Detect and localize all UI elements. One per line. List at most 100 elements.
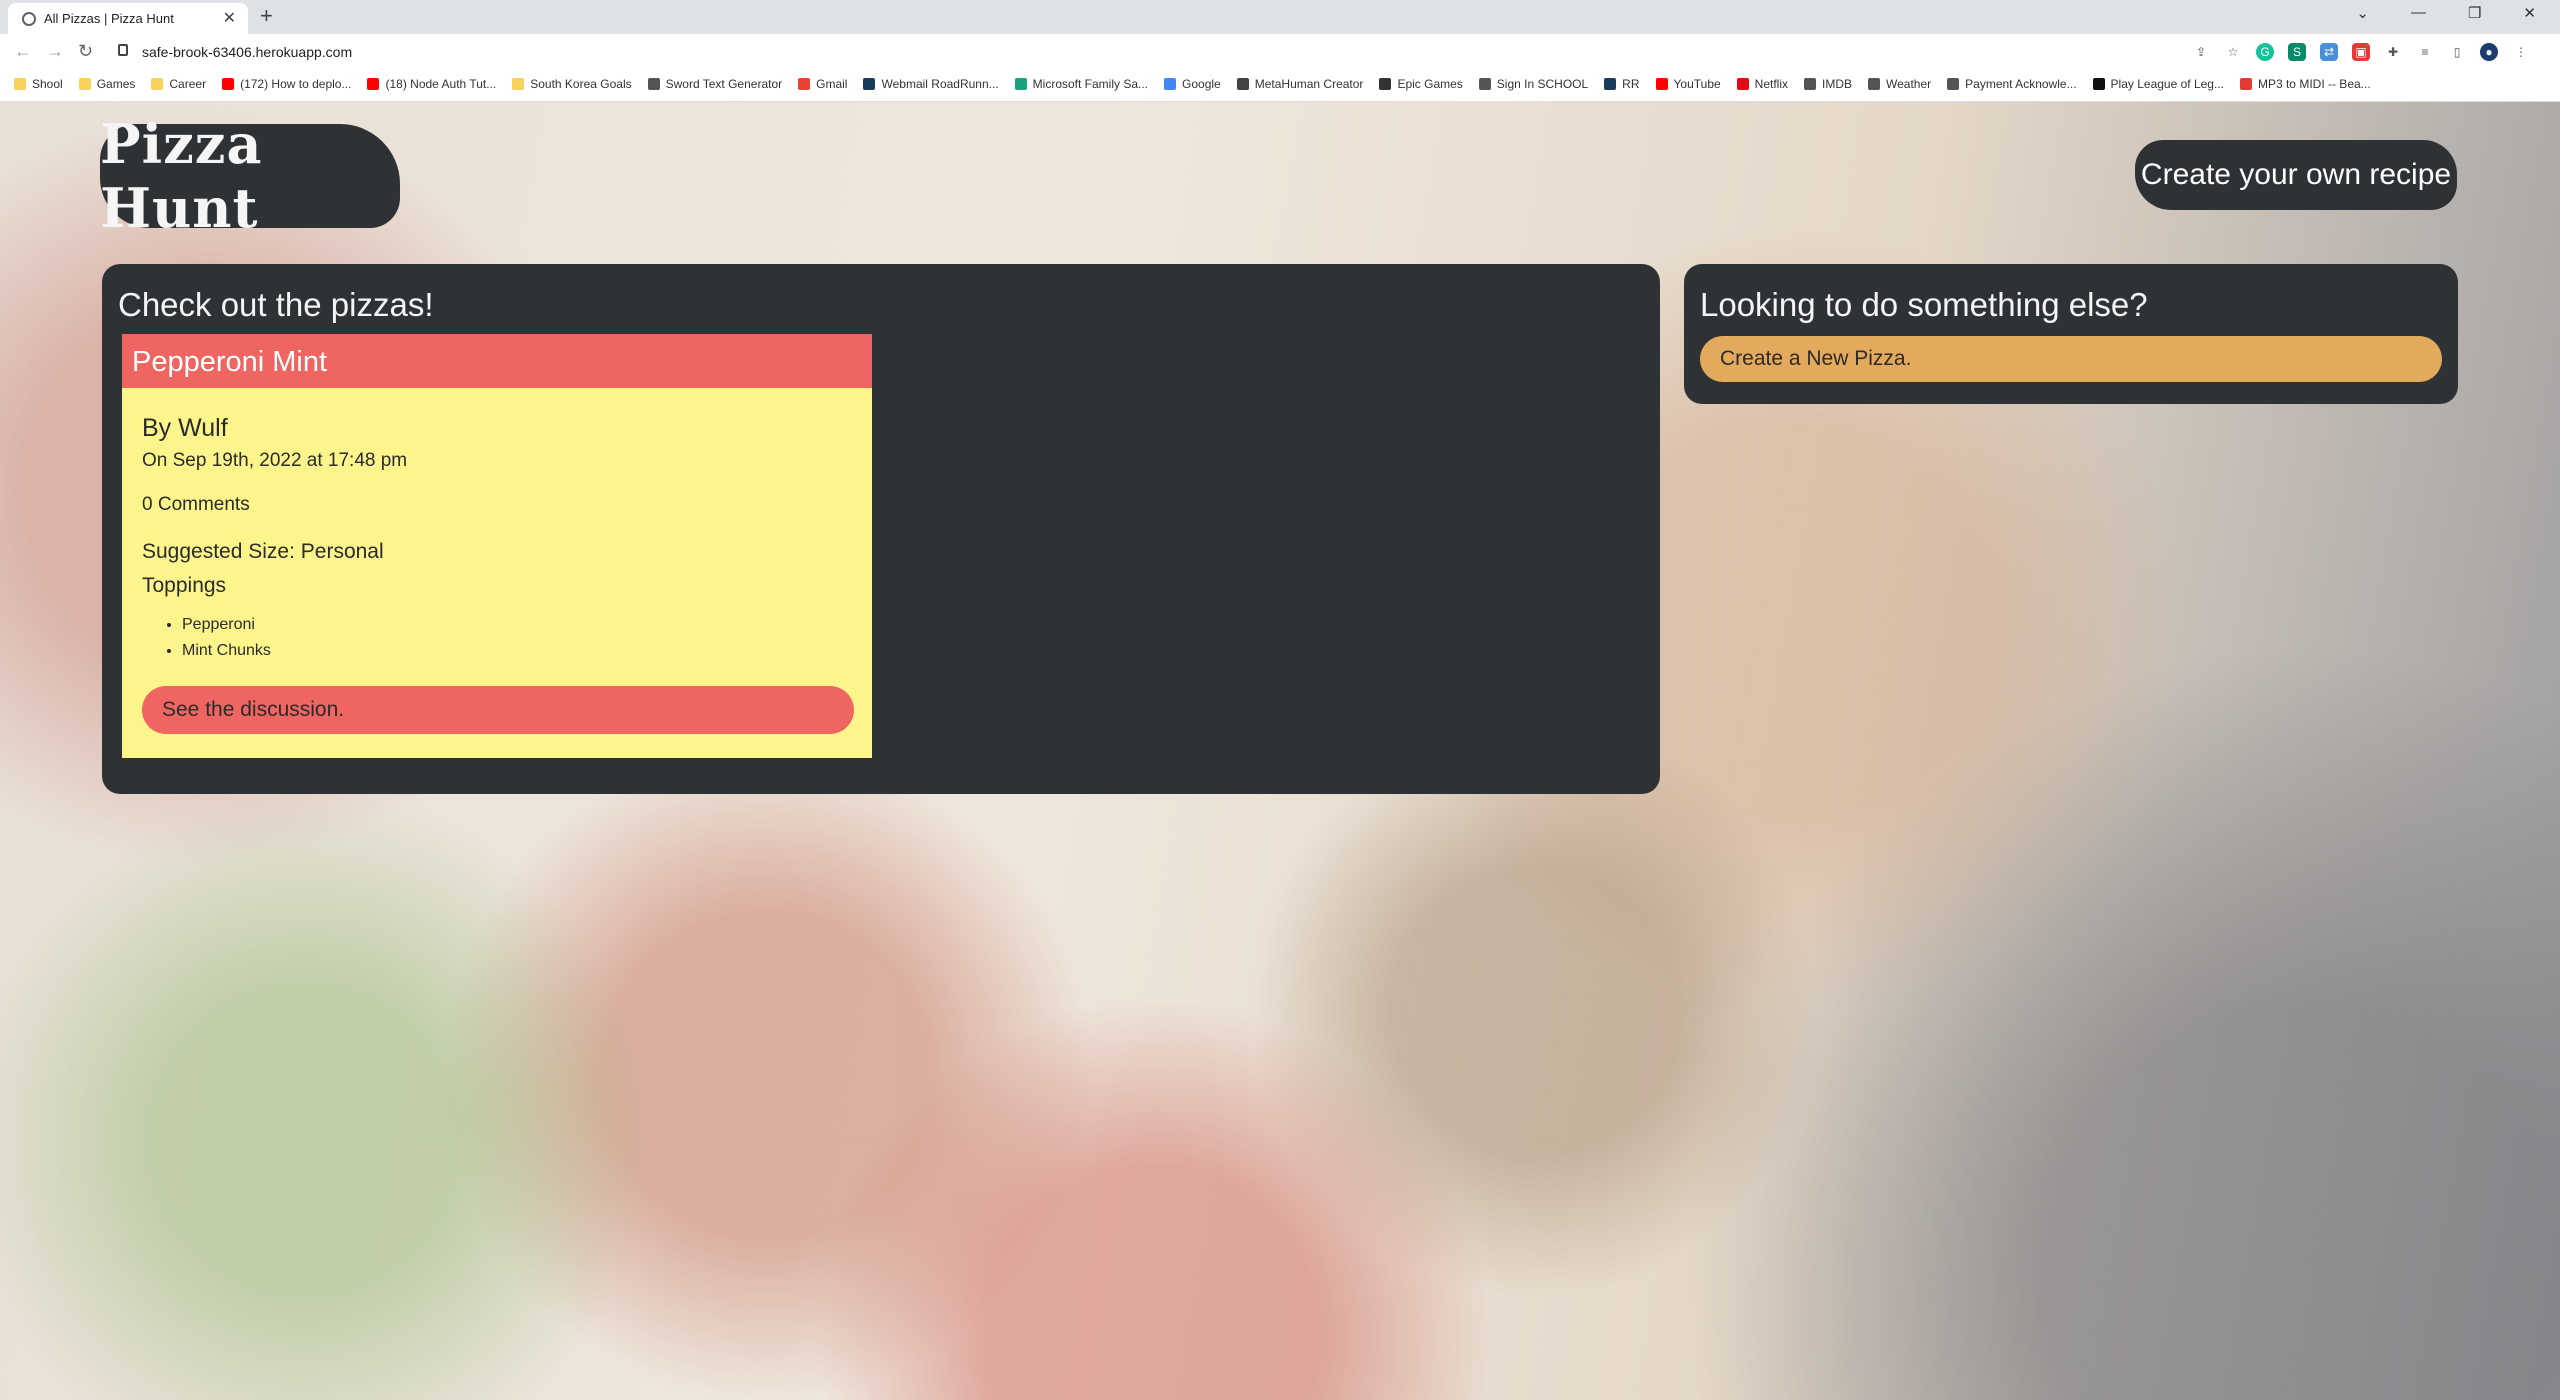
bookmark-item[interactable]: Google — [1164, 77, 1221, 91]
bookmark-item[interactable]: Games — [78, 77, 135, 91]
bookmark-item[interactable]: (172) How to deplo... — [222, 77, 351, 91]
bookmark-icon — [222, 78, 235, 90]
browser-tab[interactable]: All Pizzas | Pizza Hunt ✕ — [8, 3, 248, 34]
bookmark-label: RR — [1622, 77, 1640, 91]
bookmark-icon — [1236, 78, 1249, 90]
bookmark-label: South Korea Goals — [530, 77, 632, 91]
create-new-pizza-button[interactable]: Create a New Pizza. — [1700, 336, 2442, 382]
pizza-list-panel: Check out the pizzas! Pepperoni Mint By … — [102, 264, 1660, 794]
forward-icon[interactable]: → — [46, 41, 64, 62]
bookmark-icon — [2092, 78, 2105, 90]
see-discussion-button[interactable]: See the discussion. — [142, 686, 854, 734]
create-recipe-button[interactable]: Create your own recipe — [2135, 140, 2457, 210]
tab-search-icon[interactable]: ⌄ — [2356, 4, 2369, 22]
bookmark-icon — [2239, 78, 2252, 90]
bookmark-label: Shool — [32, 77, 63, 91]
reading-list-icon[interactable]: ≡ — [2416, 43, 2434, 61]
browser-toolbar: ← → ↻ safe-brook-63406.herokuapp.com ⇪ ☆… — [0, 34, 2560, 70]
side-panel-icon[interactable]: ▯ — [2448, 43, 2466, 61]
bookmark-item[interactable]: Webmail RoadRunn... — [863, 77, 999, 91]
bookmark-label: Play League of Leg... — [2110, 77, 2224, 91]
minimize-icon[interactable]: — — [2411, 4, 2426, 22]
bookmark-icon — [1736, 78, 1749, 90]
browser-tab-bar: All Pizzas | Pizza Hunt ✕ + ⌄ — ❐ ✕ — [0, 0, 2560, 34]
address-bar[interactable]: safe-brook-63406.herokuapp.com — [110, 38, 2190, 66]
site-logo[interactable]: Pizza Hunt — [100, 112, 400, 240]
bookmarks-bar: Shool Games Career (172) How to deplo... (18… — [0, 70, 2560, 102]
back-icon[interactable]: ← — [14, 41, 32, 62]
topping-item: Mint Chunks — [182, 642, 271, 660]
bookmark-item[interactable]: Microsoft Family Sa... — [1014, 77, 1148, 91]
bookmark-icon — [647, 78, 660, 90]
bookmark-label: MetaHuman Creator — [1254, 77, 1364, 91]
sidebar-panel: Looking to do something else? Create a N… — [1684, 264, 2458, 404]
extension-translate-icon[interactable]: ⇄ — [2320, 43, 2338, 61]
bookmark-item[interactable]: Payment Acknowle... — [1947, 77, 2077, 91]
bookmark-label: Sign In SCHOOL — [1496, 77, 1589, 91]
sidebar-title: Looking to do something else? — [1700, 286, 2148, 323]
bookmark-item[interactable]: Shool — [14, 77, 63, 91]
close-tab-icon[interactable]: ✕ — [223, 8, 236, 28]
bookmark-icon — [1868, 78, 1881, 90]
bookmark-icon — [798, 78, 811, 90]
bookmark-icon — [1655, 78, 1668, 90]
new-tab-icon[interactable]: + — [260, 3, 273, 29]
pizza-card: Pepperoni Mint By Wulf On Sep 19th, 2022… — [122, 334, 872, 758]
bookmark-item[interactable]: YouTube — [1655, 77, 1721, 91]
panel-title: Check out the pizzas! — [118, 286, 434, 323]
bookmark-item[interactable]: Epic Games — [1379, 77, 1463, 91]
bookmark-item[interactable]: MP3 to MIDI -- Bea... — [2239, 77, 2371, 91]
bookmark-label: Netflix — [1754, 77, 1789, 91]
bookmarks-list: Shool Games Career (172) How to deplo... (18… — [14, 77, 2371, 91]
bookmark-icon — [1478, 78, 1491, 90]
bookmark-label: (172) How to deplo... — [240, 77, 352, 91]
extension-s-icon[interactable]: S — [2288, 43, 2306, 61]
profile-avatar-icon[interactable]: ● — [2480, 43, 2498, 61]
bookmark-label: MP3 to MIDI -- Bea... — [2257, 77, 2371, 91]
bookmark-icon — [1164, 78, 1177, 90]
pizza-author: By Wulf — [142, 414, 228, 442]
bookmark-item[interactable]: Gmail — [798, 77, 847, 91]
bookmark-icon — [512, 78, 525, 90]
bookmark-star-icon[interactable]: ☆ — [2224, 43, 2242, 61]
bookmark-item[interactable]: South Korea Goals — [512, 77, 632, 91]
bookmark-label: Payment Acknowle... — [1965, 77, 2077, 91]
bookmark-label: Career — [169, 77, 207, 91]
bookmark-label: (18) Node Auth Tut... — [385, 77, 497, 91]
bookmark-item[interactable]: (18) Node Auth Tut... — [367, 77, 496, 91]
pizza-name: Pepperoni Mint — [122, 334, 872, 388]
bookmark-item[interactable]: Play League of Leg... — [2092, 77, 2224, 91]
extensions-puzzle-icon[interactable]: ✚ — [2384, 43, 2402, 61]
toppings-heading: Toppings — [142, 574, 227, 597]
menu-kebab-icon[interactable]: ⋮ — [2512, 43, 2530, 61]
restore-icon[interactable]: ❐ — [2468, 4, 2481, 22]
comment-count: 0 Comments — [142, 494, 250, 515]
bookmark-item[interactable]: Sign In SCHOOL — [1478, 77, 1589, 91]
bookmark-item[interactable]: MetaHuman Creator — [1236, 77, 1364, 91]
extension-red-icon[interactable]: ▣ — [2352, 43, 2370, 61]
bookmark-item[interactable]: Sword Text Generator — [647, 77, 783, 91]
logo-text: Pizza Hunt — [100, 112, 263, 240]
close-window-icon[interactable]: ✕ — [2523, 4, 2536, 22]
bookmark-item[interactable]: Weather — [1868, 77, 1931, 91]
topping-item: Pepperoni — [182, 616, 271, 634]
bookmark-icon — [151, 78, 164, 90]
bookmark-label: Epic Games — [1397, 77, 1463, 91]
bookmark-icon — [78, 78, 91, 90]
bookmark-label: Sword Text Generator — [665, 77, 783, 91]
pizza-date: On Sep 19th, 2022 at 17:48 pm — [142, 450, 408, 471]
bookmark-item[interactable]: Netflix — [1736, 77, 1789, 91]
share-icon[interactable]: ⇪ — [2192, 43, 2210, 61]
bookmark-item[interactable]: Career — [151, 77, 206, 91]
bookmark-label: IMDB — [1822, 77, 1853, 91]
reload-icon[interactable]: ↻ — [78, 41, 93, 62]
page-background: Pizza Hunt Create your own recipe Check … — [0, 102, 2560, 1400]
bookmark-icon — [1947, 78, 1960, 90]
bookmark-icon — [1604, 78, 1617, 90]
bookmark-item[interactable]: RR — [1604, 77, 1640, 91]
window-controls: ⌄ — ❐ ✕ — [2356, 4, 2536, 22]
bookmark-item[interactable]: IMDB — [1804, 77, 1852, 91]
grammarly-icon[interactable]: G — [2256, 43, 2274, 61]
bookmark-label: Weather — [1886, 77, 1932, 91]
bookmark-icon — [367, 78, 380, 90]
